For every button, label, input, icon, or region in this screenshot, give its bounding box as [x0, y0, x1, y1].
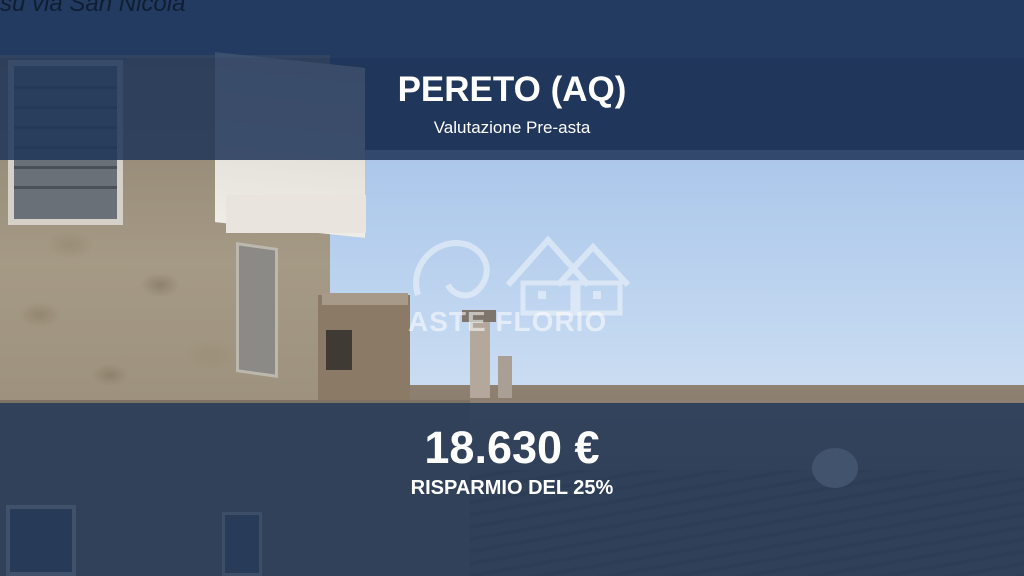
listing-card: ASTE FLORIO su via San Nicola PERETO (AQ…: [0, 0, 1024, 576]
eave-edge: [226, 195, 366, 233]
price-value: 18.630 €: [424, 422, 600, 473]
address-caption: su via San Nicola: [0, 0, 186, 17]
middle-building-roof: [322, 293, 408, 305]
watermark-text: ASTE FLORIO: [408, 306, 608, 337]
city-title: PERETO (AQ): [397, 70, 627, 109]
saving-label: RISPARMIO DEL 25%: [410, 477, 614, 499]
valuation-subtitle: Valutazione Pre-asta: [433, 118, 591, 137]
middle-window: [326, 330, 352, 370]
side-shutter: [236, 242, 278, 378]
chimney-small: [498, 356, 512, 398]
